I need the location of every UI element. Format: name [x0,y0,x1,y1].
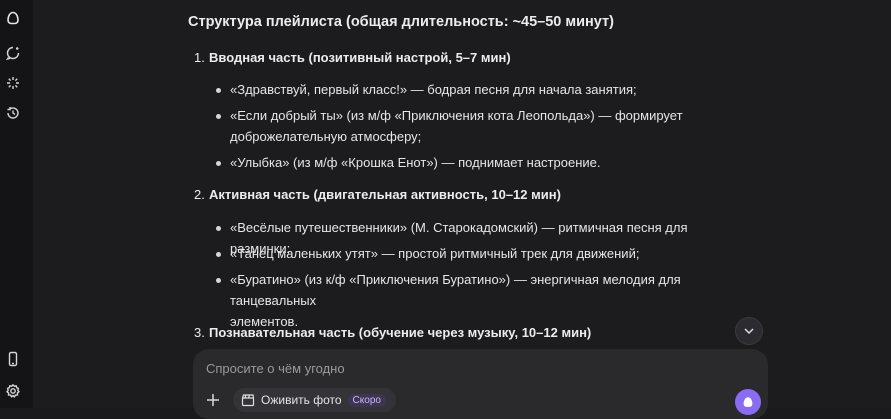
bullet-icon [216,278,224,286]
list-item: «Здравствуй, первый класс!» — бодрая пес… [230,82,637,97]
alice-logo-icon[interactable] [4,9,22,27]
section-heading: Структура плейлиста (общая длительность:… [188,14,614,30]
revive-photo-button[interactable]: Оживить фото Скоро [233,388,396,412]
sparkle-icon[interactable] [4,74,22,92]
list-item: «Улыбка» (из м/ф «Крошка Енот») — подним… [230,155,601,170]
add-icon[interactable] [205,392,221,408]
chevron-down-icon [744,328,754,335]
bullet-icon [216,114,224,122]
alice-send-icon [743,397,753,407]
bullet-icon [216,88,224,96]
bullet-icon [216,161,224,169]
chip-label: Оживить фото [261,393,342,407]
phone-icon[interactable] [4,350,22,368]
new-chat-icon[interactable] [4,44,22,62]
section-title: 1. Вводная часть (позитивный настрой, 5–7… [194,50,511,65]
settings-icon[interactable] [4,382,22,400]
bullet-icon [216,252,224,260]
message-input[interactable]: Спросите о чём угодно [206,361,345,376]
section-title: 3. Познавательная часть (обучение через м… [194,325,592,340]
scroll-down-button[interactable] [735,317,763,345]
history-icon[interactable] [4,104,22,122]
send-button[interactable] [735,389,761,415]
soon-badge: Скоро [347,393,386,407]
sidebar [0,0,33,408]
list-item: «Буратино» (из к/ф «Приключения Буратино… [230,272,681,329]
clapperboard-icon [241,394,255,407]
bullet-icon [216,226,224,234]
message-composer[interactable]: Спросите о чём угодно Оживить фото Скоро [193,349,768,419]
list-item: «Танец маленьких утят» — простой ритмичн… [230,246,640,261]
section-title: 2. Активная часть (двигательная активност… [194,187,561,202]
list-item: «Если добрый ты» (из м/ф «Приключения ко… [230,108,683,144]
